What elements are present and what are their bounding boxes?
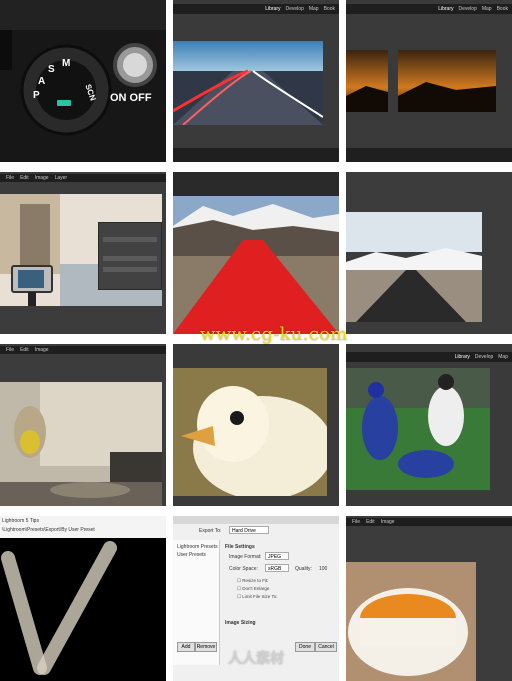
quality-label: Quality: — [295, 566, 312, 572]
export-to-select[interactable]: Hard Drive — [229, 526, 269, 534]
checkbox-dont-enlarge[interactable]: ☐ Don't Enlarge — [237, 586, 269, 592]
dial-mode-p: P — [33, 90, 40, 101]
module-bar: Library Develop Map Book — [346, 4, 512, 14]
soup-photo — [346, 562, 476, 681]
module-library[interactable]: Library — [265, 6, 280, 12]
menu-file[interactable]: File — [6, 175, 14, 181]
adjustments-panel — [98, 222, 162, 290]
module-library[interactable]: Library — [455, 354, 470, 360]
road-mask-photo — [173, 196, 339, 334]
power-switch-label: ON OFF — [110, 92, 152, 104]
menu-image[interactable]: Image — [35, 347, 49, 353]
checkbox-limit-size-label: Limit File Size To: — [242, 594, 278, 599]
thumbnail-chick[interactable] — [173, 344, 339, 506]
image-format-label: Image Format: — [229, 554, 262, 560]
module-bar: Library Develop Map — [346, 352, 512, 362]
module-book[interactable]: Book — [497, 6, 508, 12]
checkbox-resize-label: Resize to Fit: — [242, 578, 269, 583]
thumbnail-lightroom-highway[interactable]: Library Develop Map Book — [173, 0, 339, 162]
thumbnail-road-result[interactable] — [346, 172, 512, 334]
highway-photo — [173, 41, 323, 125]
module-book[interactable]: Book — [324, 6, 335, 12]
menu-image[interactable]: Image — [35, 175, 49, 181]
menu-file[interactable]: File — [6, 347, 14, 353]
checkbox-limit-size[interactable]: ☐ Limit File Size To: — [237, 594, 277, 600]
add-preset-button[interactable]: Add — [177, 642, 195, 652]
thumbnail-road-mask[interactable] — [173, 172, 339, 334]
color-space-label: Color Space: — [229, 566, 258, 572]
thumbnail-photoshop-gopro[interactable]: File Edit Image Layer — [0, 172, 166, 334]
file-path-panel: Lightroom 5 Tips \Lightroom\Presets\Expo… — [0, 516, 166, 538]
toolbar — [173, 148, 339, 162]
menu-bar: File Edit Image — [346, 518, 512, 526]
menu-edit[interactable]: Edit — [20, 347, 29, 353]
chick-photo — [173, 368, 327, 496]
toolbar — [346, 148, 512, 162]
cancel-button[interactable]: Cancel — [315, 642, 337, 652]
menu-file[interactable]: File — [352, 519, 360, 525]
menu-bar: File Edit Image Layer — [0, 174, 166, 182]
module-bar: Library Develop Map Book — [173, 4, 339, 14]
export-to-label: Export To: — [199, 528, 222, 534]
module-develop[interactable]: Develop — [286, 6, 304, 12]
checkbox-resize[interactable]: ☐ Resize to Fit: — [237, 578, 269, 584]
thumbnail-particle-v[interactable]: Lightroom 5 Tips \Lightroom\Presets\Expo… — [0, 516, 166, 681]
module-map[interactable]: Map — [309, 6, 319, 12]
thumbnail-soup[interactable]: File Edit Image — [346, 516, 512, 681]
thumbnail-photoshop-cat[interactable]: File Edit Image — [0, 344, 166, 506]
checkbox-dont-enlarge-label: Don't Enlarge — [242, 586, 270, 591]
quality-value[interactable]: 100 — [319, 566, 327, 572]
camera-image — [0, 0, 166, 162]
file-path-line1: Lightroom 5 Tips — [2, 518, 39, 524]
preset-user[interactable]: User Presets — [177, 552, 206, 558]
dial-mode-m: M — [62, 58, 71, 69]
menu-bar: File Edit Image — [0, 346, 166, 354]
football-photo — [346, 368, 490, 490]
done-button[interactable]: Done — [295, 642, 315, 652]
dial-mode-a: A — [38, 76, 46, 87]
dialog-titlebar — [173, 516, 339, 524]
module-develop[interactable]: Develop — [459, 6, 477, 12]
remove-preset-button[interactable]: Remove — [195, 642, 217, 652]
module-map[interactable]: Map — [482, 6, 492, 12]
menu-layer[interactable]: Layer — [55, 175, 68, 181]
image-format-select[interactable]: JPEG — [265, 552, 289, 560]
file-path-line2: \Lightroom\Presets\Export\By User Preset — [2, 527, 95, 533]
module-map[interactable]: Map — [498, 354, 508, 360]
module-develop[interactable]: Develop — [475, 354, 493, 360]
thumbnail-camera-dial[interactable]: P A S M SCN ON OFF — [0, 0, 166, 162]
sunset-compare-photos — [346, 50, 496, 112]
preset-lightroom[interactable]: Lightroom Presets — [177, 544, 218, 550]
thumbnail-lightroom-sunset[interactable]: Library Develop Map Book — [346, 0, 512, 162]
menu-image[interactable]: Image — [381, 519, 395, 525]
menu-edit[interactable]: Edit — [20, 175, 29, 181]
brand-watermark: 人人素材 — [228, 650, 284, 666]
road-result-photo — [346, 212, 482, 322]
image-sizing-section[interactable]: Image Sizing — [225, 620, 256, 626]
thumbnail-football[interactable]: Library Develop Map — [346, 344, 512, 506]
file-settings-section[interactable]: File Settings — [225, 544, 255, 550]
module-library[interactable]: Library — [438, 6, 453, 12]
dial-mode-s: S — [48, 64, 55, 75]
site-watermark: www.cg-ku.com — [200, 324, 348, 345]
menu-edit[interactable]: Edit — [366, 519, 375, 525]
cat-photo — [0, 382, 162, 506]
color-space-select[interactable]: sRGB — [265, 564, 289, 572]
particle-v-image — [0, 538, 166, 681]
